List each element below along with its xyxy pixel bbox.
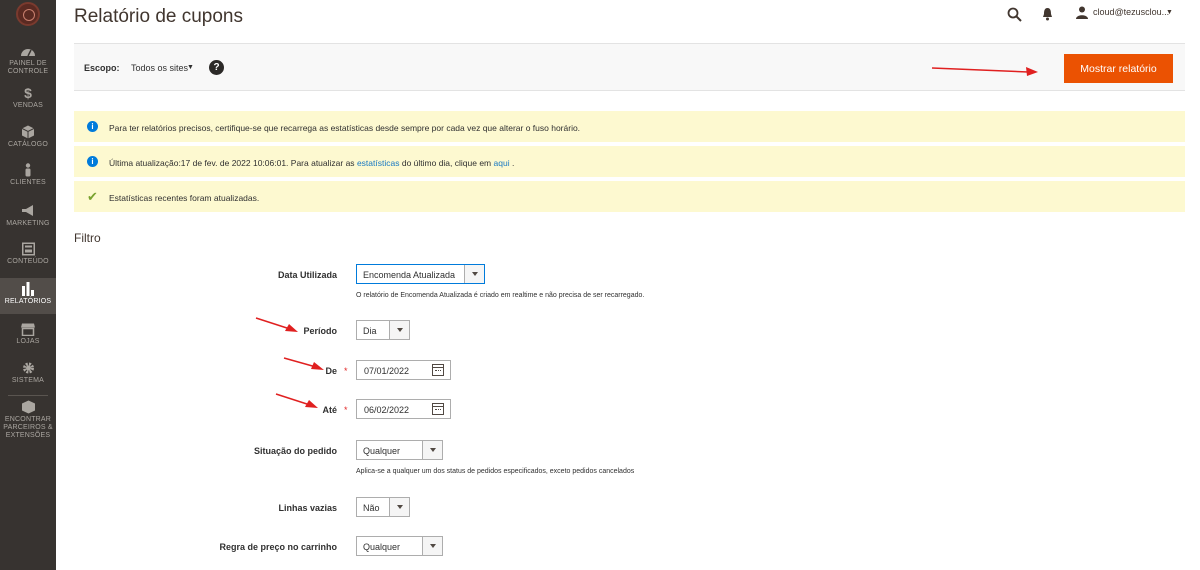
search-icon[interactable] [1007,7,1022,22]
periodo-label: Período [303,326,337,336]
regra-label: Regra de preço no carrinho [219,542,337,552]
annotation-arrow [931,67,1038,76]
admin-sidebar: PAINEL DE CONTROLE $ VENDAS CATÁLOGO CLI… [0,0,56,570]
notice-text: Para ter relatórios precisos, certifique… [109,123,581,133]
chevron-down-icon [389,498,409,516]
nav-item-stores[interactable]: LOJAS [0,322,56,346]
store-icon [21,323,35,336]
nav-item-extensions[interactable]: ENCONTRAR PARCEIROS & EXTENSÕES [0,400,56,440]
show-report-button[interactable]: Mostrar relatório [1064,54,1173,83]
user-menu-caret-icon[interactable]: ▼ [1166,9,1173,16]
bar-chart-icon [22,282,34,296]
calendar-icon[interactable] [432,364,444,376]
notice-message: i Última atualização:17 de fev. de 2022 … [74,146,1185,179]
user-menu[interactable]: cloud@tezusclou... [1093,7,1169,17]
extensions-icon [21,400,35,414]
chevron-down-icon [422,441,442,459]
nav-item-reports[interactable]: RELATÓRIOS [0,278,56,314]
required-marker: * [344,366,348,376]
nav-item-system[interactable]: SISTEMA [0,361,56,385]
layout-icon [21,242,35,256]
nav-item-catalog[interactable]: CATÁLOGO [0,125,56,149]
user-icon [1076,6,1088,19]
nav-item-sales[interactable]: $ VENDAS [0,86,56,110]
page-title: Relatório de cupons [74,6,243,27]
here-link[interactable]: aqui [494,158,510,168]
success-message: ✔ Estatísticas recentes foram atualizada… [74,181,1185,214]
annotation-arrow [255,317,298,332]
nav-item-content[interactable]: CONTEÚDO [0,242,56,266]
chevron-down-icon [389,321,409,339]
de-date-input[interactable]: 07/01/2022 [356,360,451,380]
ate-date-input[interactable]: 06/02/2022 [356,399,451,419]
statistics-link[interactable]: estatísticas [357,158,400,168]
help-icon[interactable]: ? [209,60,224,75]
scope-caret-icon[interactable]: ▼ [187,64,194,71]
dollar-icon: $ [24,85,32,101]
logo-icon[interactable] [16,2,40,26]
nav-item-dashboard[interactable]: PAINEL DE CONTROLE [0,44,56,76]
megaphone-icon [22,205,33,216]
required-marker: * [344,405,348,415]
linhas-vazias-label: Linhas vazias [278,503,337,513]
info-icon: i [87,121,98,132]
scope-switcher[interactable]: Todos os sites [131,63,188,73]
situacao-label: Situação do pedido [253,446,337,456]
chevron-down-icon [464,265,484,283]
situacao-note: Aplica-se a qualquer um dos status de pe… [356,468,635,475]
notice-message: i Para ter relatórios precisos, certifiq… [74,111,1185,144]
notice-text: Última atualização:17 de fev. de 2022 10… [109,158,515,168]
nav-item-customers[interactable]: CLIENTES [0,163,56,187]
chevron-down-icon [422,537,442,555]
periodo-select[interactable]: Dia [356,320,410,340]
bell-icon[interactable] [1042,7,1053,21]
checkmark-icon: ✔ [87,189,98,204]
annotation-arrow [275,393,318,408]
regra-select[interactable]: Qualquer [356,536,443,556]
filter-title: Filtro [74,231,101,245]
info-icon: i [87,156,98,167]
situacao-select[interactable]: Qualquer [356,440,443,460]
data-utilizada-label: Data Utilizada [277,270,337,280]
gear-icon [22,362,34,374]
data-utilizada-note: O relatório de Encomenda Atualizada é cr… [356,292,645,299]
success-text: Estatísticas recentes foram atualizadas. [109,193,260,203]
dashboard-icon [21,49,35,57]
sidebar-divider [8,395,48,396]
person-icon [25,163,31,177]
calendar-icon[interactable] [432,403,444,415]
linhas-vazias-select[interactable]: Não [356,497,410,517]
scope-label: Escopo: [84,63,120,73]
cube-icon [22,125,34,139]
nav-item-marketing[interactable]: MARKETING [0,204,56,228]
data-utilizada-select[interactable]: Encomenda Atualizada [356,264,485,284]
annotation-arrow [283,357,324,370]
